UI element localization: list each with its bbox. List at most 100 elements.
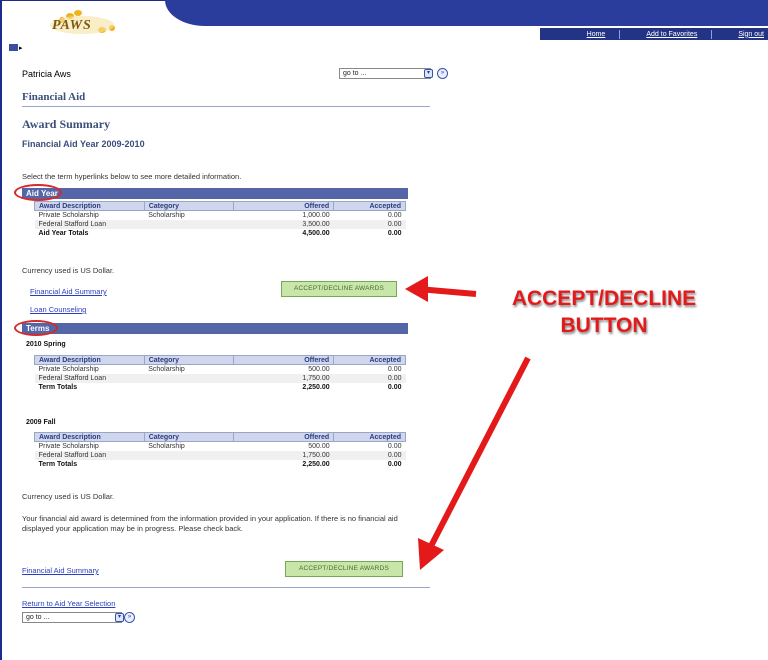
bottom-divider — [22, 587, 430, 588]
cell-accepted: 0.00 — [333, 450, 406, 460]
table-header-row: Award Description Category Offered Accep… — [34, 355, 406, 365]
goto-select-value: go to ... — [26, 614, 50, 621]
annotation-callout: ACCEPT/DECLINE BUTTON — [474, 285, 734, 339]
currency-note: Currency used is US Dollar. — [22, 492, 115, 501]
callout-line-2: BUTTON — [560, 314, 648, 337]
currency-note: Currency used is US Dollar. — [22, 266, 115, 275]
cell-offered: 2,250.00 — [233, 382, 334, 392]
annotation-circle — [14, 184, 62, 201]
table-header-row: Award Description Category Offered Accep… — [34, 201, 406, 211]
cell-offered: 4,500.00 — [233, 228, 334, 238]
cell-accepted: 0.00 — [333, 459, 406, 469]
cell-accepted: 0.00 — [387, 442, 402, 450]
term-table: Award Description Category Offered Accep… — [34, 432, 406, 469]
aid-year-title: Financial Aid Year 2009-2010 — [22, 139, 145, 149]
cell-offered: 3,500.00 — [233, 219, 334, 229]
cell-offered: 500.00 — [308, 365, 330, 373]
cell-offered: 1,000.00 — [302, 211, 330, 219]
accept-decline-awards-button[interactable]: ACCEPT/DECLINE AWARDS — [281, 281, 397, 297]
cell-offered: 2,250.00 — [233, 459, 334, 469]
goto-select-bottom[interactable]: go to ... — [22, 612, 122, 623]
financial-aid-heading: Financial Aid — [22, 91, 86, 103]
goto-go-icon[interactable]: » — [437, 68, 448, 79]
cell-description: Federal Stafford Loan — [34, 219, 145, 229]
cell-offered: 500.00 — [308, 442, 330, 450]
annotation-circle — [14, 320, 58, 336]
financial-aid-summary-link[interactable]: Financial Aid Summary — [22, 566, 99, 575]
table-totals-row: Term Totals 2,250.00 0.00 — [34, 382, 406, 392]
cell-description: Federal Stafford Loan — [34, 373, 145, 383]
header-nav: Home Add to Favorites Sign out — [540, 28, 768, 40]
cell-category: Scholarship — [148, 211, 185, 219]
cell-accepted: 0.00 — [333, 373, 406, 383]
col-accepted: Accepted — [333, 201, 406, 211]
cell-offered: 1,750.00 — [233, 373, 334, 383]
goto-go-icon[interactable]: » — [124, 612, 135, 623]
menu-arrow-icon[interactable]: ▸ — [19, 44, 23, 52]
cell-accepted: 0.00 — [333, 228, 406, 238]
term-name: 2009 Fall — [26, 419, 56, 426]
cell-category — [144, 228, 234, 238]
nav-separator — [619, 29, 621, 39]
cell-category: Scholarship — [148, 442, 185, 450]
award-summary-title: Award Summary — [22, 117, 111, 131]
goto-select-value: go to ... — [343, 70, 367, 77]
table-row: Private Scholarship Scholarship 500.00 0… — [35, 365, 406, 374]
accept-decline-awards-button[interactable]: ACCEPT/DECLINE AWARDS — [285, 561, 403, 577]
col-award-description: Award Description — [34, 355, 145, 365]
cell-description: Private Scholarship — [38, 365, 99, 373]
cell-accepted: 0.00 — [333, 382, 406, 392]
cell-category — [144, 373, 234, 383]
col-category: Category — [143, 355, 235, 365]
heading-divider — [22, 106, 430, 107]
nav-home-link[interactable]: Home — [587, 31, 606, 38]
aid-year-table: Award Description Category Offered Accep… — [34, 201, 406, 238]
table-row: Private Scholarship Scholarship 500.00 0… — [35, 442, 406, 451]
col-category: Category — [143, 432, 235, 442]
col-offered: Offered — [233, 432, 335, 442]
cell-description: Federal Stafford Loan — [34, 450, 145, 460]
cell-category — [144, 219, 234, 229]
cell-category — [144, 459, 234, 469]
award-note-text: Your financial aid award is determined f… — [22, 514, 398, 533]
logo-text: PAWS — [52, 18, 92, 33]
term-table: Award Description Category Offered Accep… — [34, 355, 406, 392]
goto-select[interactable]: go to ... — [339, 68, 431, 79]
cell-category — [144, 382, 234, 392]
financial-aid-summary-link[interactable]: Financial Aid Summary — [30, 287, 107, 296]
col-accepted: Accepted — [333, 432, 406, 442]
nav-signout-link[interactable]: Sign out — [738, 31, 764, 38]
user-name: Patricia Aws — [22, 69, 71, 79]
cell-accepted: 0.00 — [333, 219, 406, 229]
col-category: Category — [143, 201, 235, 211]
header-band — [165, 0, 768, 26]
col-accepted: Accepted — [333, 355, 406, 365]
callout-line-1: ACCEPT/DECLINE — [511, 287, 697, 310]
table-row: Federal Stafford Loan 1,750.00 0.00 — [34, 373, 406, 383]
cell-category — [144, 450, 234, 460]
loan-counseling-link[interactable]: Loan Counseling — [30, 305, 86, 314]
col-award-description: Award Description — [34, 201, 145, 211]
term-name: 2010 Spring — [26, 341, 66, 348]
cell-description: Private Scholarship — [38, 211, 99, 219]
return-to-aid-year-link[interactable]: Return to Aid Year Selection — [22, 599, 115, 608]
cell-description: Term Totals — [34, 382, 145, 392]
goto-dropdown-icon[interactable]: ▾ — [424, 69, 433, 78]
nav-favorites-link[interactable]: Add to Favorites — [646, 31, 697, 38]
table-totals-row: Aid Year Totals 4,500.00 0.00 — [34, 228, 406, 238]
cell-description: Aid Year Totals — [34, 228, 145, 238]
table-row: Federal Stafford Loan 1,750.00 0.00 — [34, 450, 406, 460]
table-header-row: Award Description Category Offered Accep… — [34, 432, 406, 442]
table-row: Private Scholarship Scholarship 1,000.00… — [35, 211, 406, 220]
table-totals-row: Term Totals 2,250.00 0.00 — [34, 459, 406, 469]
col-award-description: Award Description — [34, 432, 145, 442]
menu-icon[interactable] — [9, 44, 18, 51]
col-offered: Offered — [233, 355, 335, 365]
cell-accepted: 0.00 — [387, 365, 402, 373]
nav-separator — [711, 29, 713, 39]
cell-offered: 1,750.00 — [233, 450, 334, 460]
cell-description: Private Scholarship — [38, 442, 99, 450]
goto-dropdown-icon[interactable]: ▾ — [115, 613, 124, 622]
table-row: Federal Stafford Loan 3,500.00 0.00 — [34, 219, 406, 229]
instruction-text: Select the term hyperlinks below to see … — [22, 172, 242, 181]
